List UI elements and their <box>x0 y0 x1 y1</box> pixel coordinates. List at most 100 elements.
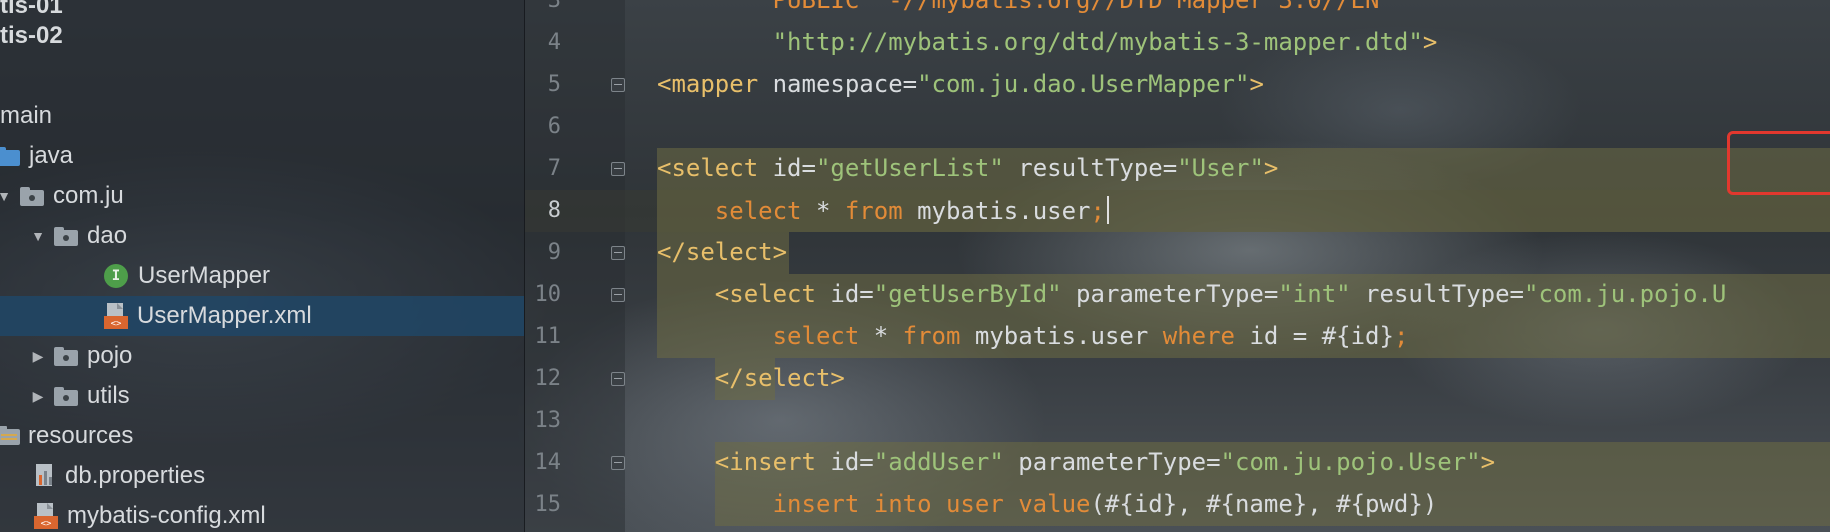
code-text: </select> <box>657 364 845 392</box>
code-token: = <box>859 280 874 308</box>
tree-item-module-02[interactable]: tis-02 <box>0 16 524 56</box>
code-token: "com.ju.dao.UserMapper" <box>917 70 1250 98</box>
code-token: parameterType <box>1003 448 1207 476</box>
tree-item-db-properties[interactable]: db.properties <box>0 456 524 496</box>
code-text: "http://mybatis.org/dtd/mybatis-3-mapper… <box>657 28 1438 56</box>
code-token: > <box>1249 70 1264 98</box>
fold-marker-icon[interactable] <box>611 78 625 92</box>
chevron-right-icon[interactable]: ▶ <box>28 388 48 405</box>
code-token: = <box>1509 280 1524 308</box>
properties-file-icon <box>36 464 52 486</box>
line-number: 4 <box>547 30 561 55</box>
code-token: </select> <box>714 364 845 392</box>
code-line[interactable]: 3 PUBLIC "-//mybatis.org//DTD Mapper 3.0… <box>525 0 1830 22</box>
tree-item-label: UserMapper <box>138 262 271 289</box>
code-token: </select> <box>657 238 788 266</box>
fold-marker-icon[interactable] <box>611 162 625 176</box>
xml-file-icon: <> <box>104 303 128 329</box>
tree-item-label: main <box>0 102 53 129</box>
code-token: select <box>714 197 816 225</box>
code-token: ; <box>1090 197 1105 225</box>
source-folder-icon <box>0 146 20 166</box>
code-line[interactable]: 10 <select id="getUserById" parameterTyp… <box>525 274 1830 316</box>
tree-item-label: java <box>29 142 74 169</box>
code-editor[interactable]: 3 PUBLIC "-//mybatis.org//DTD Mapper 3.0… <box>525 0 1830 532</box>
fold-marker-icon[interactable] <box>611 372 625 386</box>
code-token: > <box>1422 28 1438 56</box>
code-line[interactable]: 15 insert into user value(#{id}, #{name}… <box>525 484 1830 526</box>
code-token: "com.ju.pojo.User" <box>1220 448 1481 476</box>
code-token: from <box>902 322 975 350</box>
tree-item-utils[interactable]: ▶ utils <box>0 376 524 416</box>
code-text: PUBLIC "-//mybatis.org//DTD Mapper 3.0//… <box>657 0 1394 14</box>
tree-item-java[interactable]: java <box>0 136 524 176</box>
tree-item-label: UserMapper.xml <box>137 302 312 329</box>
tree-item-usermapper[interactable]: I UserMapper <box>0 256 524 296</box>
code-token: = <box>1263 280 1279 308</box>
code-token: <select <box>657 154 773 182</box>
tree-item-com-ju[interactable]: ▼ com.ju <box>0 176 524 216</box>
tree-item-mybatis-config[interactable]: <> mybatis-config.xml <box>0 496 524 532</box>
package-icon <box>54 386 78 406</box>
tree-item-usermapper-xml[interactable]: <> UserMapper.xml <box>0 296 524 336</box>
line-number: 13 <box>534 408 562 433</box>
code-token: <mapper <box>657 70 773 98</box>
code-text: <mapper namespace="com.ju.dao.UserMapper… <box>657 70 1264 98</box>
code-token: (#{id}, #{name}, #{pwd}) <box>1090 490 1438 518</box>
code-line[interactable]: 5 <mapper namespace="com.ju.dao.UserMappe… <box>525 64 1830 106</box>
chevron-right-icon[interactable]: ▶ <box>28 348 48 365</box>
code-token: id <box>830 280 860 308</box>
code-token: "getUserById" <box>873 280 1062 308</box>
chevron-down-icon[interactable]: ▼ <box>28 228 48 244</box>
code-token: = <box>1162 154 1178 182</box>
tree-item-label: tis-02 <box>0 22 63 49</box>
code-line[interactable]: 8 select * from mybatis.user; <box>525 190 1830 232</box>
code-token: "getUserList" <box>815 154 1004 182</box>
code-line[interactable]: 13 <box>525 400 1830 442</box>
svg-text:<>: <> <box>111 319 122 329</box>
code-text: <insert id="addUser" parameterType="com.… <box>657 448 1495 476</box>
code-token: mybatis.user <box>974 322 1163 350</box>
line-number: 9 <box>547 240 561 265</box>
fold-marker-icon[interactable] <box>611 246 625 260</box>
package-icon <box>54 226 78 246</box>
code-text: insert into user value(#{id}, #{name}, #… <box>657 490 1438 518</box>
code-token: * <box>873 322 903 350</box>
line-number: 8 <box>547 198 561 223</box>
code-token: mybatis.user <box>917 197 1091 225</box>
tree-item-resources[interactable]: resources <box>0 416 524 456</box>
code-token: > <box>1480 448 1496 476</box>
package-icon <box>20 186 44 206</box>
line-number: 15 <box>534 492 562 517</box>
tree-item-dao[interactable]: ▼ dao <box>0 216 524 256</box>
tree-item-pojo[interactable]: ▶ pojo <box>0 336 524 376</box>
code-line[interactable]: 9 </select> <box>525 232 1830 274</box>
code-line[interactable]: 11 select * from mybatis.user where id =… <box>525 316 1830 358</box>
code-token: where <box>1162 322 1250 350</box>
code-token: resultType <box>1003 154 1163 182</box>
code-line[interactable]: 6 <box>525 106 1830 148</box>
code-text: select * from mybatis.user; <box>657 196 1109 225</box>
code-token: resultType <box>1350 280 1510 308</box>
code-token: <insert <box>714 448 831 476</box>
resources-folder-icon <box>0 426 20 445</box>
fold-marker-icon[interactable] <box>611 288 625 302</box>
code-token: "http://mybatis.org/dtd/mybatis-3-mapper… <box>772 28 1423 56</box>
fold-marker-icon[interactable] <box>611 456 625 470</box>
annotation-highlight-box <box>1727 131 1830 195</box>
chevron-down-icon[interactable]: ▼ <box>0 188 14 204</box>
code-line[interactable]: 14 <insert id="addUser" parameterType="c… <box>525 442 1830 484</box>
line-number: 12 <box>534 366 562 391</box>
tree-item-label: pojo <box>87 342 133 369</box>
code-line[interactable]: 4 "http://mybatis.org/dtd/mybatis-3-mapp… <box>525 22 1830 64</box>
code-token: from <box>844 197 918 225</box>
code-line[interactable]: 12 </select> <box>525 358 1830 400</box>
code-token: insert into user value <box>772 490 1091 518</box>
tree-item-main[interactable]: main <box>0 96 524 136</box>
code-line[interactable]: 7 <select id="getUserList" resultType="Us… <box>525 148 1830 190</box>
line-number: 14 <box>534 450 562 475</box>
